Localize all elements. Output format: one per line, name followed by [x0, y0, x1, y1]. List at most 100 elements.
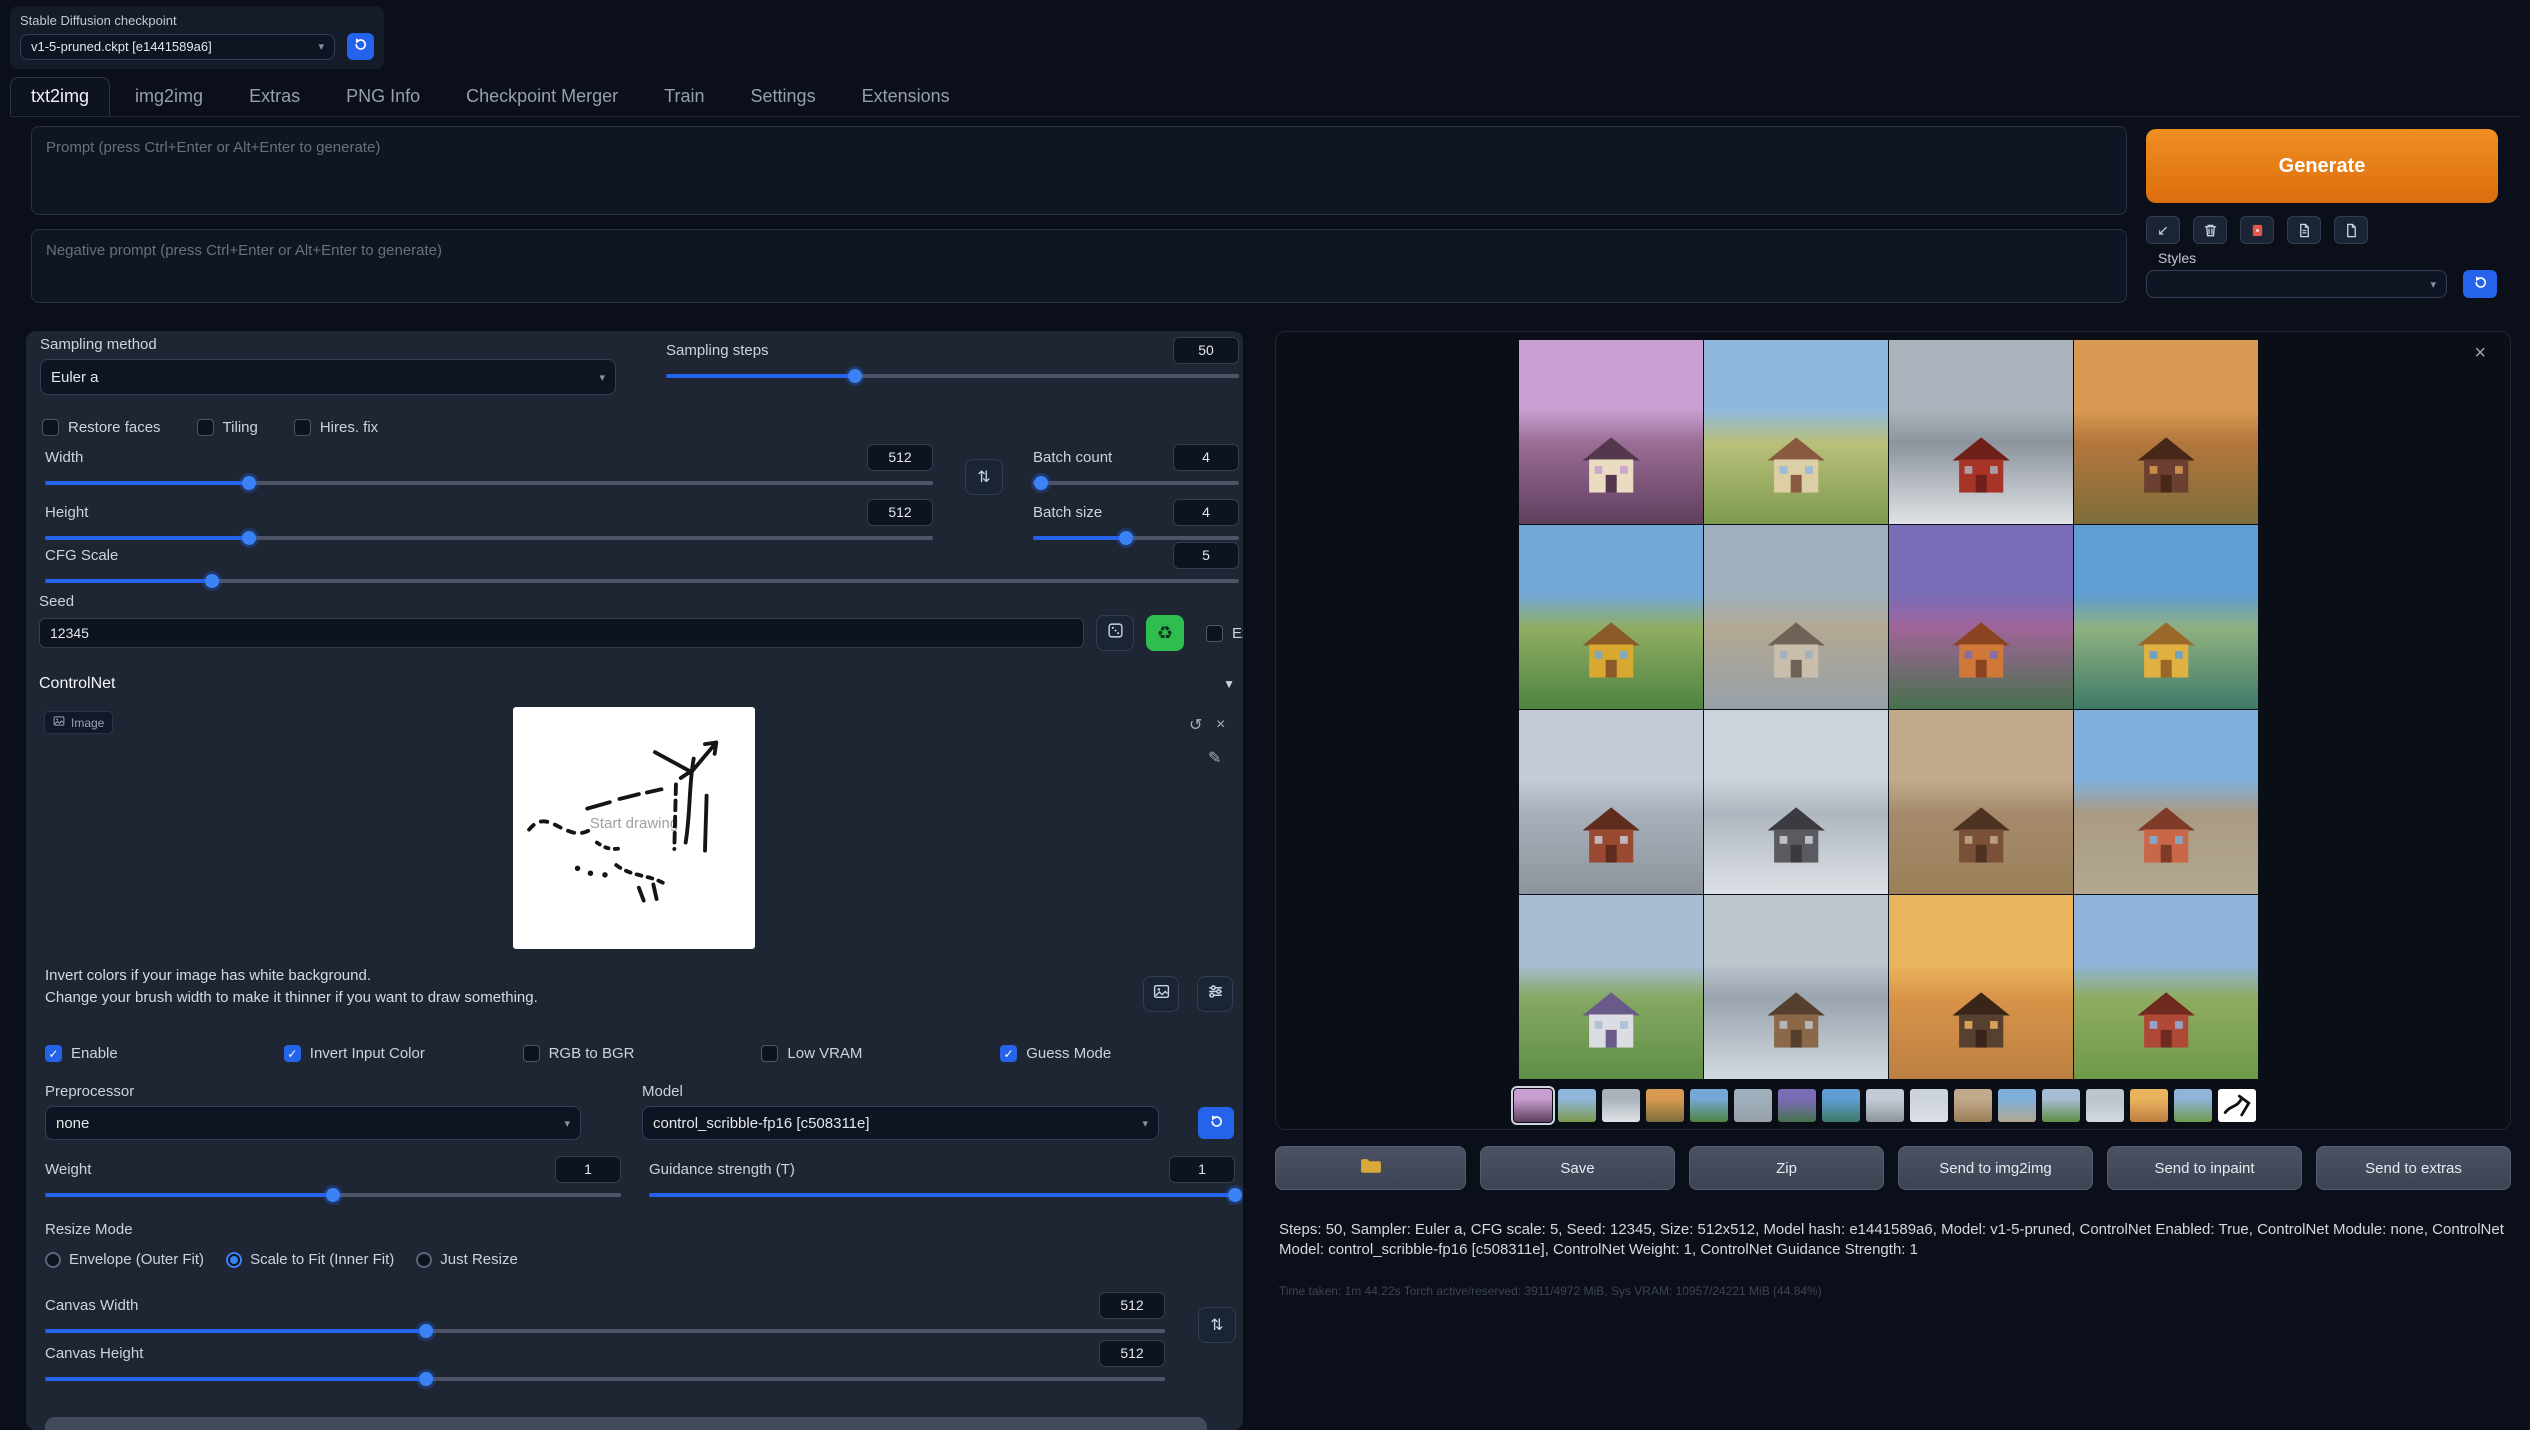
save-style-button[interactable] — [2334, 216, 2368, 244]
batch-count-slider[interactable] — [1033, 475, 1239, 491]
swap-canvas-dimensions-button[interactable]: ⇅ — [1198, 1307, 1236, 1343]
gallery-image-9[interactable] — [1519, 710, 1703, 894]
tab-img2img[interactable]: img2img — [114, 77, 224, 116]
send-to-inpaint-button[interactable]: Send to inpaint — [2107, 1146, 2302, 1190]
clear-prompts-button[interactable] — [2193, 216, 2227, 244]
gallery-image-16[interactable] — [2074, 895, 2258, 1079]
checkbox[interactable] — [1206, 625, 1223, 642]
refresh-styles-button[interactable] — [2463, 270, 2497, 298]
height-value[interactable]: 512 — [867, 499, 933, 526]
resize-mode-just-resize[interactable]: Just Resize — [416, 1251, 518, 1268]
seed-input[interactable] — [39, 618, 1084, 648]
radio[interactable] — [416, 1252, 432, 1268]
extra-seed-toggle[interactable]: Extra — [1206, 625, 1243, 642]
tab-train[interactable]: Train — [643, 77, 725, 116]
send-to-extras-button[interactable]: Send to extras — [2316, 1146, 2511, 1190]
controlnet-drawing-canvas[interactable]: Start drawing — [513, 707, 755, 949]
batch-size-value[interactable]: 4 — [1173, 499, 1239, 526]
gallery-thumbnail-2[interactable] — [1558, 1089, 1596, 1122]
width-value[interactable]: 512 — [867, 444, 933, 471]
controlnet-model-dropdown[interactable]: control_scribble-fp16 [c508311e] ▾ — [642, 1106, 1159, 1140]
gallery-thumbnail-11[interactable] — [1954, 1089, 1992, 1122]
gallery-image-11[interactable] — [1889, 710, 2073, 894]
gallery-thumbnail-7[interactable] — [1778, 1089, 1816, 1122]
width-slider[interactable] — [45, 475, 933, 491]
gallery-image-10[interactable] — [1704, 710, 1888, 894]
gallery-thumbnail-13[interactable] — [2042, 1089, 2080, 1122]
preprocessor-dropdown[interactable]: none ▾ — [45, 1106, 581, 1140]
extra-networks-button[interactable] — [2240, 216, 2274, 244]
prompt-input[interactable] — [31, 126, 2127, 215]
gallery-image-7[interactable] — [1889, 525, 2073, 709]
canvas-width-slider[interactable] — [45, 1323, 1165, 1339]
resize-mode-envelope-outer-fit[interactable]: Envelope (Outer Fit) — [45, 1251, 204, 1268]
checkbox[interactable] — [761, 1045, 778, 1062]
cn-toggle-invert-input-color[interactable]: ✓Invert Input Color — [284, 1045, 523, 1062]
gallery-thumbnail-6[interactable] — [1734, 1089, 1772, 1122]
radio[interactable] — [226, 1252, 242, 1268]
guidance-strength-slider[interactable] — [649, 1187, 1235, 1203]
open-image-button[interactable] — [1143, 976, 1179, 1012]
zip-button[interactable]: Zip — [1689, 1146, 1884, 1190]
open-output-folder-button[interactable] — [1275, 1146, 1466, 1190]
cfg-scale-value[interactable]: 5 — [1173, 542, 1239, 569]
random-seed-button[interactable] — [1096, 615, 1134, 651]
sampling-steps-value[interactable]: 50 — [1173, 337, 1239, 364]
collapsed-section-bar[interactable] — [45, 1417, 1207, 1430]
paste-params-button[interactable]: ↙ — [2146, 216, 2180, 244]
tab-png-info[interactable]: PNG Info — [325, 77, 441, 116]
checkbox[interactable]: ✓ — [284, 1045, 301, 1062]
weight-slider[interactable] — [45, 1187, 621, 1203]
cn-toggle-enable[interactable]: ✓Enable — [45, 1045, 284, 1062]
gallery-image-8[interactable] — [2074, 525, 2258, 709]
negative-prompt-input[interactable] — [31, 229, 2127, 303]
cn-toggle-rgb-to-bgr[interactable]: RGB to BGR — [523, 1045, 762, 1062]
gallery-image-15[interactable] — [1889, 895, 2073, 1079]
sampling-steps-slider[interactable] — [666, 368, 1239, 384]
gallery-image-14[interactable] — [1704, 895, 1888, 1079]
gallery-thumbnail-10[interactable] — [1910, 1089, 1948, 1122]
generate-button[interactable]: Generate — [2146, 129, 2498, 203]
gallery-image-13[interactable] — [1519, 895, 1703, 1079]
radio[interactable] — [45, 1252, 61, 1268]
styles-dropdown[interactable]: ▾ — [2146, 270, 2447, 298]
gallery-image-3[interactable] — [1889, 340, 2073, 524]
gallery-thumbnail-5[interactable] — [1690, 1089, 1728, 1122]
gallery-thumbnail-15[interactable] — [2130, 1089, 2168, 1122]
cn-toggle-low-vram[interactable]: Low VRAM — [761, 1045, 1000, 1062]
refresh-checkpoints-button[interactable] — [347, 33, 374, 60]
refresh-controlnet-models-button[interactable] — [1198, 1107, 1234, 1139]
canvas-width-value[interactable]: 512 — [1099, 1292, 1165, 1319]
gallery-image-2[interactable] — [1704, 340, 1888, 524]
checkbox[interactable]: ✓ — [1000, 1045, 1017, 1062]
adjust-brush-button[interactable] — [1197, 976, 1233, 1012]
cn-toggle-guess-mode[interactable]: ✓Guess Mode — [1000, 1045, 1239, 1062]
gallery-thumbnail-3[interactable] — [1602, 1089, 1640, 1122]
sampling-method-dropdown[interactable]: Euler a ▾ — [40, 359, 616, 395]
weight-value[interactable]: 1 — [555, 1156, 621, 1183]
checkbox[interactable]: ✓ — [45, 1045, 62, 1062]
send-to-img2img-button[interactable]: Send to img2img — [1898, 1146, 2093, 1190]
reuse-seed-button[interactable]: ♻ — [1146, 615, 1184, 651]
apply-style-button[interactable] — [2287, 216, 2321, 244]
checkpoint-dropdown[interactable]: v1-5-pruned.ckpt [e1441589a6] ▾ — [20, 34, 335, 60]
resize-mode-scale-to-fit-inner-fit[interactable]: Scale to Fit (Inner Fit) — [226, 1251, 394, 1268]
gallery-image-5[interactable] — [1519, 525, 1703, 709]
checkbox[interactable] — [523, 1045, 540, 1062]
gallery-image-6[interactable] — [1704, 525, 1888, 709]
tab-extras[interactable]: Extras — [228, 77, 321, 116]
save-button[interactable]: Save — [1480, 1146, 1675, 1190]
checkbox[interactable] — [197, 419, 214, 436]
gallery-thumbnail-16[interactable] — [2174, 1089, 2212, 1122]
toggle-hires-fix[interactable]: Hires. fix — [294, 419, 378, 436]
gallery-image-4[interactable] — [2074, 340, 2258, 524]
tab-settings[interactable]: Settings — [730, 77, 837, 116]
controlnet-image-tab[interactable]: Image — [44, 711, 113, 734]
tab-txt2img[interactable]: txt2img — [10, 77, 110, 116]
gallery-thumbnail-8[interactable] — [1822, 1089, 1860, 1122]
checkbox[interactable] — [42, 419, 59, 436]
gallery-thumbnail-12[interactable] — [1998, 1089, 2036, 1122]
checkbox[interactable] — [294, 419, 311, 436]
gallery-thumbnail-controlnet-map[interactable] — [2218, 1089, 2256, 1122]
gallery-thumbnail-4[interactable] — [1646, 1089, 1684, 1122]
